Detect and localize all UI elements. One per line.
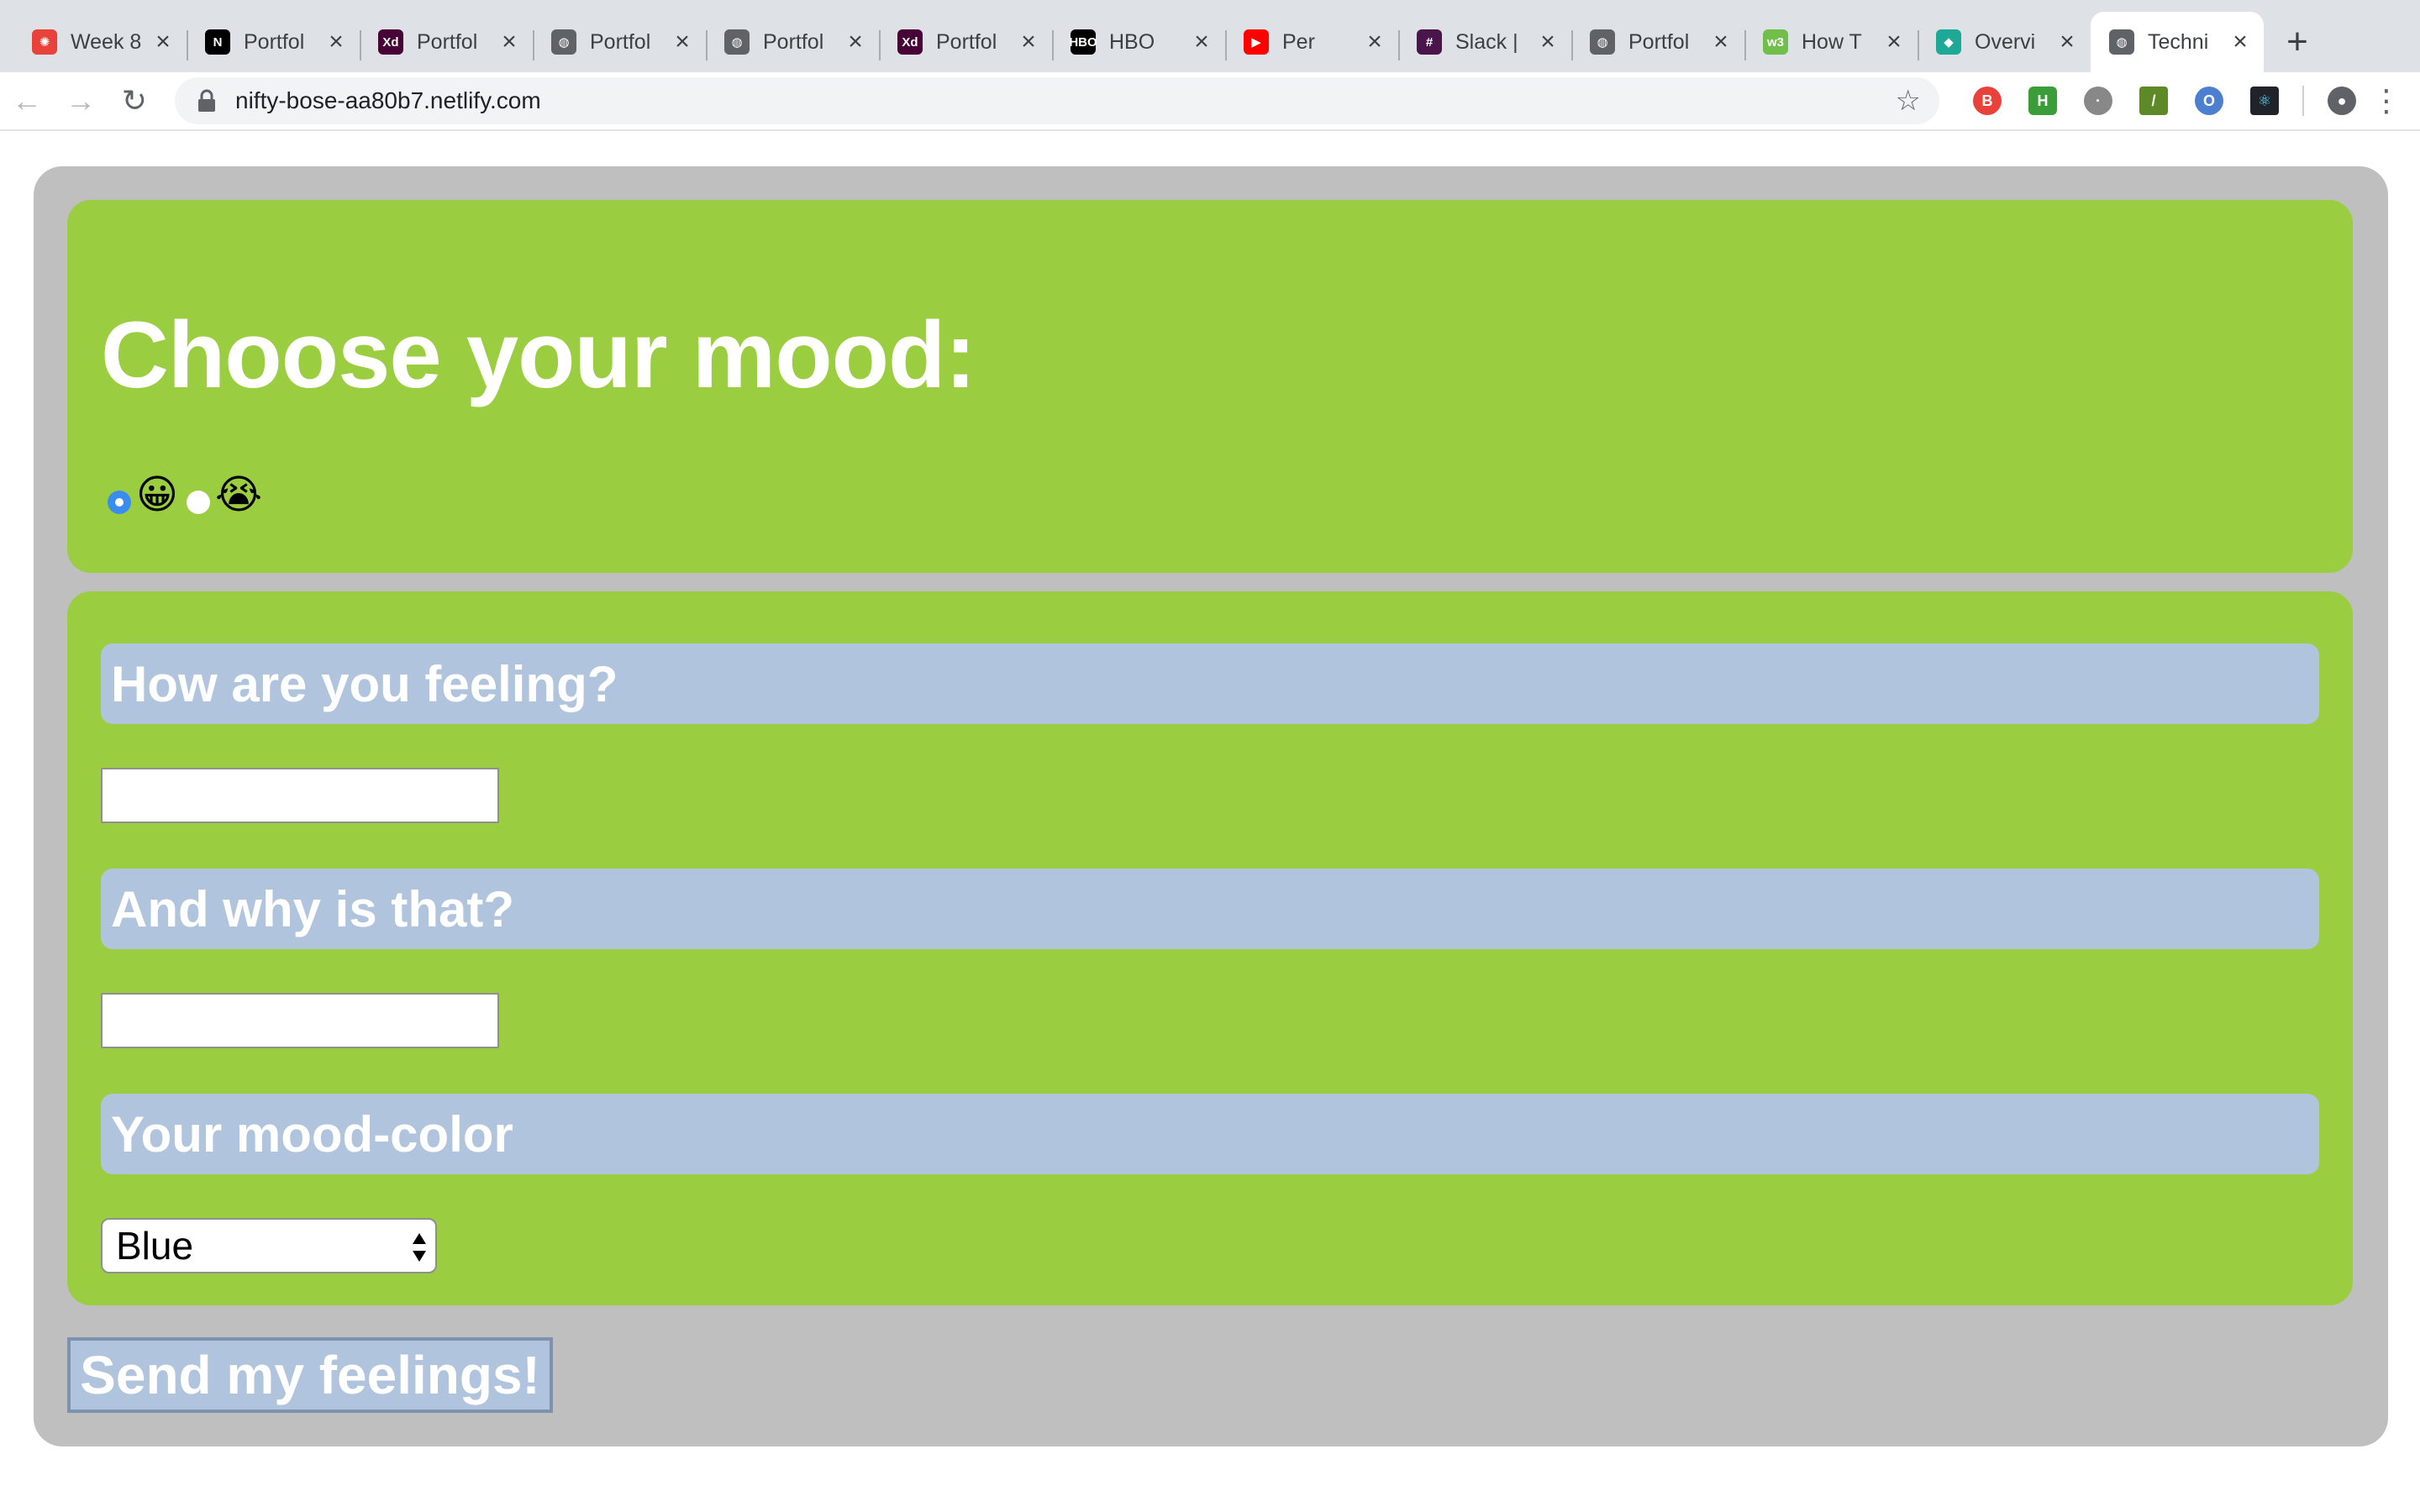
xd-icon: Xd bbox=[897, 29, 923, 55]
close-icon[interactable]: × bbox=[1882, 29, 1906, 55]
extension-icon[interactable]: O bbox=[2195, 87, 2223, 115]
xd-icon: Xd bbox=[378, 29, 403, 55]
close-icon[interactable]: × bbox=[151, 29, 175, 55]
eyedropper-icon[interactable]: / bbox=[2139, 87, 2168, 115]
new-tab-button[interactable]: + bbox=[2264, 12, 2331, 72]
close-icon[interactable]: × bbox=[497, 29, 521, 55]
browser-tab[interactable]: N Portfol × bbox=[187, 12, 360, 72]
slack-icon: # bbox=[1417, 29, 1442, 55]
tab-title: Slack | bbox=[1455, 29, 1518, 54]
browser-tab[interactable]: ▶ Per × bbox=[1225, 12, 1398, 72]
feelings-form: How are you feeling? And why is that? Yo… bbox=[67, 591, 2353, 1305]
grinning-face-icon: 😀 bbox=[136, 473, 179, 517]
mood-panel: Choose your mood: 😀 😭 bbox=[67, 200, 2353, 573]
address-bar[interactable]: nifty-bose-aa80b7.netlify.com ☆ bbox=[175, 77, 1939, 124]
tab-title: Per bbox=[1282, 29, 1315, 54]
close-icon[interactable]: × bbox=[1363, 29, 1386, 55]
close-icon[interactable]: × bbox=[1017, 29, 1040, 55]
globe-icon: ◍ bbox=[2109, 29, 2134, 55]
close-icon[interactable]: × bbox=[324, 29, 348, 55]
browser-tab[interactable]: ◍ Portfol × bbox=[706, 12, 879, 72]
tab-strip: ✺ Week 8 × N Portfol × Xd Portfol × ◍ Portfol × ◍ Por… bbox=[0, 0, 2420, 72]
mood-color-value: Blue bbox=[116, 1224, 194, 1268]
close-icon[interactable]: × bbox=[671, 29, 694, 55]
extension-icon[interactable]: B bbox=[1973, 87, 2002, 115]
reason-question-label: And why is that? bbox=[101, 869, 2319, 949]
mood-options: 😀 😭 bbox=[108, 475, 271, 516]
youtube-icon: ▶ bbox=[1244, 29, 1269, 55]
tab-title: HBO bbox=[1109, 29, 1155, 54]
close-icon[interactable]: × bbox=[2055, 29, 2079, 55]
reason-input[interactable] bbox=[101, 993, 499, 1048]
send-feelings-button[interactable]: Send my feelings! bbox=[67, 1337, 553, 1413]
globe-icon: ◍ bbox=[1590, 29, 1615, 55]
back-icon[interactable]: ← bbox=[0, 74, 54, 128]
menu-dots-icon[interactable]: ⋮ bbox=[2370, 74, 2403, 128]
close-icon[interactable]: × bbox=[1536, 29, 1560, 55]
url-text: nifty-bose-aa80b7.netlify.com bbox=[235, 87, 541, 113]
browser-tab[interactable]: ◍ Techni × bbox=[2091, 12, 2264, 72]
browser-tab[interactable]: Xd Portfol × bbox=[360, 12, 533, 72]
browser-tab[interactable]: ◆ Overvi × bbox=[1918, 12, 2091, 72]
mood-radio-sad[interactable] bbox=[187, 491, 211, 514]
browser-toolbar: ← → ↻ nifty-bose-aa80b7.netlify.com ☆ B … bbox=[0, 72, 2420, 131]
mood-heading: Choose your mood: bbox=[101, 302, 976, 407]
notion-icon: N bbox=[205, 29, 230, 55]
forward-icon[interactable]: → bbox=[54, 74, 108, 128]
browser-tab[interactable]: ✺ Week 8 × bbox=[13, 12, 187, 72]
crying-face-icon: 😭 bbox=[215, 473, 263, 517]
diamond-icon: ◆ bbox=[1936, 29, 1961, 55]
mood-color-label: Your mood-color bbox=[101, 1094, 2319, 1174]
tab-title: Week 8 bbox=[71, 29, 142, 54]
close-icon[interactable]: × bbox=[2228, 29, 2252, 55]
tab-title: How T bbox=[1802, 29, 1862, 54]
feeling-question-label: How are you feeling? bbox=[101, 643, 2319, 724]
tab-title: Portfol bbox=[417, 29, 478, 54]
bug-icon[interactable]: · bbox=[2084, 87, 2112, 115]
select-arrows-icon bbox=[413, 1233, 426, 1262]
tab-title: Portfol bbox=[244, 29, 305, 54]
browser-tab[interactable]: # Slack | × bbox=[1398, 12, 1571, 72]
page-container: Choose your mood: 😀 😭 How are you feelin… bbox=[34, 166, 2388, 1446]
lock-icon bbox=[193, 87, 220, 115]
browser-tab[interactable]: ◍ Portfol × bbox=[533, 12, 706, 72]
browser-tab[interactable]: w3 How T × bbox=[1744, 12, 1918, 72]
mood-radio-happy[interactable] bbox=[108, 491, 131, 514]
settings-icon: ✺ bbox=[32, 29, 57, 55]
tab-title: Techni bbox=[2148, 29, 2209, 54]
globe-icon: ◍ bbox=[724, 29, 750, 55]
tab-title: Overvi bbox=[1975, 29, 2036, 54]
profile-avatar-icon[interactable]: ● bbox=[2328, 87, 2356, 115]
close-icon[interactable]: × bbox=[1709, 29, 1733, 55]
tab-title: Portfol bbox=[1628, 29, 1690, 54]
tab-title: Portfol bbox=[590, 29, 651, 54]
toolbar-divider bbox=[2302, 86, 2304, 116]
hbo-icon: HBO bbox=[1069, 29, 1097, 55]
browser-tab[interactable]: HBO HBO × bbox=[1052, 12, 1225, 72]
mood-color-select[interactable]: Blue bbox=[101, 1218, 437, 1273]
tab-title: Portfol bbox=[936, 29, 997, 54]
close-icon[interactable]: × bbox=[844, 29, 867, 55]
react-icon[interactable]: ⚛ bbox=[2250, 87, 2279, 115]
feeling-input[interactable] bbox=[101, 768, 499, 823]
globe-icon: ◍ bbox=[551, 29, 576, 55]
bookmark-star-icon[interactable]: ☆ bbox=[1896, 84, 1921, 118]
close-icon[interactable]: × bbox=[1190, 29, 1213, 55]
reload-icon[interactable]: ↻ bbox=[108, 74, 161, 128]
browser-tab[interactable]: Xd Portfol × bbox=[879, 12, 1052, 72]
html-tree-icon[interactable]: H bbox=[2028, 87, 2057, 115]
tab-title: Portfol bbox=[763, 29, 824, 54]
w3-icon: w3 bbox=[1763, 29, 1788, 55]
browser-tab[interactable]: ◍ Portfol × bbox=[1571, 12, 1744, 72]
